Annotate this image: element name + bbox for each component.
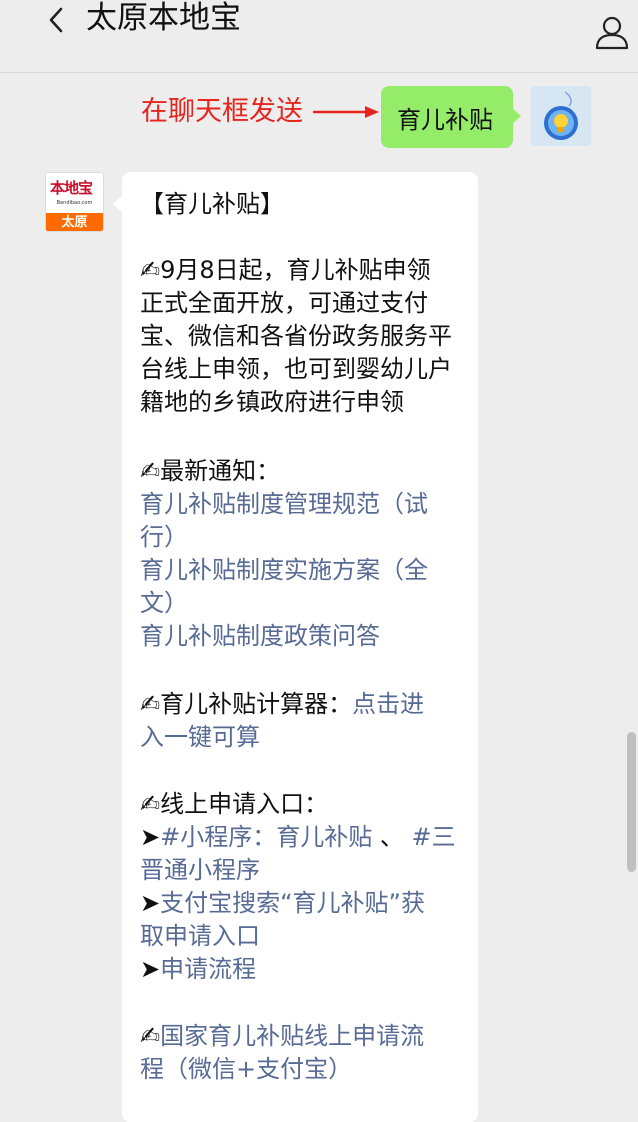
writing-hand-icon: ✍ bbox=[140, 457, 161, 485]
writing-hand-icon: ✍ bbox=[140, 690, 161, 718]
process-link[interactable]: 申请流程 bbox=[160, 955, 256, 983]
miniprogram-link[interactable]: #小程序：育儿补贴 bbox=[160, 823, 372, 851]
received-bubble-tail bbox=[113, 196, 122, 212]
intro-text: 9月8日起，育儿补贴申领 bbox=[160, 256, 431, 284]
entry-label: 线上申请入口： bbox=[160, 790, 329, 818]
bullet-arrow-icon: ➤ bbox=[140, 955, 161, 983]
writing-hand-icon: ✍ bbox=[140, 256, 161, 284]
national-process-link[interactable]: 国家育儿补贴线上申请流 bbox=[160, 1022, 424, 1050]
policy-link-management-spec[interactable]: 育儿补贴制度管理规范（试 bbox=[140, 488, 428, 520]
notice-label: 最新通知： bbox=[160, 457, 281, 485]
national-line: ✍国家育儿补贴线上申请流 bbox=[140, 1020, 424, 1052]
sanjintong-link[interactable]: #三 bbox=[411, 823, 455, 851]
user-avatar[interactable] bbox=[531, 86, 591, 146]
alipay-search-link[interactable]: 支付宝搜索“育儿补贴”获 bbox=[160, 889, 425, 917]
policy-link-management-spec[interactable]: 行） bbox=[140, 521, 188, 553]
message-heading: 【育儿补贴】 bbox=[140, 190, 284, 218]
arrow-right-icon bbox=[313, 106, 379, 118]
calculator-line: ✍育儿补贴计算器：点击进 bbox=[140, 688, 424, 720]
policy-link-implementation-plan[interactable]: 文） bbox=[140, 587, 188, 619]
sanjintong-link[interactable]: 晋通小程序 bbox=[140, 854, 260, 886]
sent-bubble-tail bbox=[512, 108, 521, 124]
top-bar: 太原本地宝 bbox=[0, 0, 638, 73]
intro-text: 宝、微信和各省份政务服务平 bbox=[140, 322, 452, 350]
intro-text: 台线上申领，也可到婴幼儿户 bbox=[140, 355, 452, 383]
entry-item-alipay: ➤支付宝搜索“育儿补贴”获 bbox=[140, 887, 425, 919]
calculator-link[interactable]: 点击进 bbox=[352, 690, 424, 718]
national-process-link[interactable]: 程（微信+支付宝） bbox=[140, 1053, 352, 1085]
bullet-arrow-icon: ➤ bbox=[140, 889, 161, 917]
entry-line: ✍线上申请入口： bbox=[140, 788, 328, 820]
back-button[interactable] bbox=[38, 0, 74, 40]
policy-link-implementation-plan[interactable]: 育儿补贴制度实施方案（全 bbox=[140, 554, 428, 586]
instruction-annotation: 在聊天框发送 bbox=[141, 96, 303, 127]
bot-domain-text: Bendibao.com bbox=[56, 200, 93, 206]
policy-link-faq[interactable]: 育儿补贴制度政策问答 bbox=[140, 620, 380, 652]
bulb-icon bbox=[531, 86, 591, 146]
chevron-left-icon bbox=[49, 7, 63, 33]
sent-message-text: 育儿补贴 bbox=[397, 105, 493, 134]
entry-item-miniprogram: ➤#小程序：育儿补贴 、 #三 bbox=[140, 821, 456, 853]
separator-text: 、 bbox=[372, 823, 412, 851]
scrollbar-thumb[interactable] bbox=[627, 732, 636, 872]
calculator-link[interactable]: 入一键可算 bbox=[140, 721, 260, 753]
calculator-label: 育儿补贴计算器： bbox=[160, 690, 353, 718]
bot-brand-text: 本地宝 bbox=[50, 179, 93, 197]
entry-item-process: ➤申请流程 bbox=[140, 953, 256, 985]
profile-button[interactable] bbox=[593, 14, 631, 50]
intro-line: ✍9月8日起，育儿补贴申领 bbox=[140, 254, 431, 286]
bot-city-text: 太原 bbox=[46, 213, 103, 231]
intro-text: 籍地的乡镇政府进行申领 bbox=[140, 388, 404, 416]
person-icon bbox=[595, 16, 629, 50]
writing-hand-icon: ✍ bbox=[140, 1022, 161, 1050]
bullet-arrow-icon: ➤ bbox=[140, 823, 161, 851]
chat-title: 太原本地宝 bbox=[86, 0, 241, 36]
bot-avatar[interactable]: 本地宝 Bendibao.com 太原 bbox=[45, 172, 104, 232]
notice-line: ✍最新通知： bbox=[140, 455, 280, 487]
sent-message-bubble[interactable]: 育儿补贴 bbox=[381, 86, 513, 148]
bot-avatar-logo: 本地宝 Bendibao.com bbox=[46, 173, 103, 213]
alipay-search-link[interactable]: 取申请入口 bbox=[140, 920, 260, 952]
intro-text: 正式全面开放，可通过支付 bbox=[140, 289, 428, 317]
writing-hand-icon: ✍ bbox=[140, 790, 161, 818]
